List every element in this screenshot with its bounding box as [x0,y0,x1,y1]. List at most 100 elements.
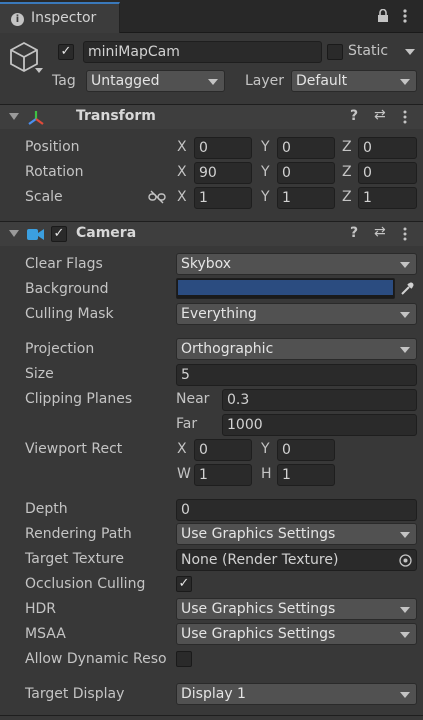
foldout-arrow-icon[interactable] [9,113,19,120]
more-icon[interactable] [402,110,408,124]
culling-mask-dropdown[interactable]: Everything [176,303,417,325]
object-active-checkbox[interactable]: ✓ [58,44,74,60]
tag-dropdown[interactable]: Untagged [86,70,225,92]
position-y-field[interactable]: 0 [277,137,335,159]
clipping-planes-label: Clipping Planes [25,391,133,407]
viewport-w-field[interactable]: 1 [194,464,252,486]
depth-field[interactable]: 0 [176,499,417,521]
viewport-h-label: H [261,466,272,482]
scale-z-field[interactable]: 1 [358,187,417,209]
projection-dropdown[interactable]: Orthographic [176,338,417,360]
rotation-z-field[interactable]: 0 [358,162,417,184]
inspector-tab-bar: i Inspector [0,0,423,33]
allow-dynamic-resolution-label: Allow Dynamic Reso [25,651,167,667]
occlusion-culling-label: Occlusion Culling [25,576,146,592]
scale-label: Scale [25,189,63,205]
target-texture-value: None (Render Texture) [181,552,339,568]
target-display-dropdown[interactable]: Display 1 [176,683,417,705]
camera-enabled-checkbox[interactable]: ✓ [51,226,67,242]
object-name-field[interactable]: miniMapCam [83,41,322,63]
inspector-tab-label: Inspector [31,10,97,26]
size-field[interactable]: 5 [176,364,417,386]
icon-dropdown-arrow-icon[interactable] [35,68,43,73]
msaa-label: MSAA [25,626,66,642]
chevron-down-icon [400,312,410,318]
position-z-field[interactable]: 0 [358,137,417,159]
axis-x-label: X [177,189,187,205]
viewport-rect-label: Viewport Rect [25,441,123,457]
chevron-down-icon [400,262,410,268]
chevron-down-icon [400,532,410,538]
info-icon: i [11,13,24,26]
target-texture-field[interactable]: None (Render Texture) [176,549,417,571]
unlinked-chain-icon[interactable] [148,190,166,204]
camera-title: Camera [76,225,137,241]
presets-icon[interactable]: ⇄ [374,224,386,240]
chevron-down-icon [400,632,410,638]
axis-z-label: Z [342,139,352,155]
viewport-x-field[interactable]: 0 [194,439,252,461]
rendering-path-label: Rendering Path [25,526,132,542]
camera-header[interactable]: ✓ Camera ? ⇄ [0,221,423,246]
rendering-path-value: Use Graphics Settings [181,526,336,542]
msaa-value: Use Graphics Settings [181,626,336,642]
eyedropper-icon[interactable] [399,281,415,297]
chevron-down-icon [400,79,410,85]
layer-dropdown[interactable]: Default [291,70,417,92]
axis-z-label: Z [342,189,352,205]
inspector-tab[interactable]: i Inspector [0,2,120,33]
chevron-down-icon [400,607,410,613]
help-icon[interactable]: ? [350,225,358,241]
viewport-h-field[interactable]: 1 [277,464,335,486]
transform-title: Transform [76,108,156,124]
far-field[interactable]: 1000 [222,414,417,436]
culling-mask-label: Culling Mask [25,306,114,322]
scale-x-field[interactable]: 1 [194,187,252,209]
msaa-dropdown[interactable]: Use Graphics Settings [176,623,417,645]
presets-icon[interactable]: ⇄ [374,107,386,123]
clear-flags-dropdown[interactable]: Skybox [176,253,417,275]
lock-icon[interactable] [377,9,389,23]
target-display-label: Target Display [25,686,125,702]
position-x-field[interactable]: 0 [194,137,252,159]
object-picker-icon[interactable] [399,554,412,567]
axis-y-label: Y [261,139,270,155]
background-color-field[interactable] [176,278,395,299]
rotation-y-field[interactable]: 0 [277,162,335,184]
tag-label: Tag [52,73,76,89]
hdr-dropdown[interactable]: Use Graphics Settings [176,598,417,620]
help-icon[interactable]: ? [350,108,358,124]
allow-dynamic-resolution-checkbox[interactable] [176,651,192,667]
rotation-x-field[interactable]: 90 [194,162,252,184]
static-label: Static [348,43,389,59]
hdr-value: Use Graphics Settings [181,601,336,617]
size-label: Size [25,366,54,382]
clear-flags-value: Skybox [181,256,232,272]
more-icon[interactable] [401,8,409,24]
viewport-x-label: X [177,441,187,457]
depth-label: Depth [25,501,68,517]
more-icon[interactable] [402,227,408,241]
transform-icon [28,111,44,125]
hdr-label: HDR [25,601,57,617]
near-label: Near [176,391,210,407]
projection-value: Orthographic [181,341,274,357]
foldout-arrow-icon[interactable] [9,230,19,237]
occlusion-culling-checkbox[interactable]: ✓ [176,576,192,592]
rendering-path-dropdown[interactable]: Use Graphics Settings [176,523,417,545]
transform-header[interactable]: Transform ? ⇄ [0,104,423,129]
near-field[interactable]: 0.3 [222,389,417,411]
scale-y-field[interactable]: 1 [277,187,335,209]
viewport-w-label: W [177,466,191,482]
chevron-down-icon [400,347,410,353]
static-dropdown-arrow-icon[interactable] [405,49,415,55]
target-texture-label: Target Texture [25,551,125,567]
chevron-down-icon [400,692,410,698]
chevron-down-icon [208,79,218,85]
axis-y-label: Y [261,164,270,180]
camera-icon [27,229,44,240]
axis-y-label: Y [261,189,270,205]
static-checkbox[interactable] [327,44,343,60]
layer-label: Layer [245,73,285,89]
viewport-y-field[interactable]: 0 [277,439,335,461]
